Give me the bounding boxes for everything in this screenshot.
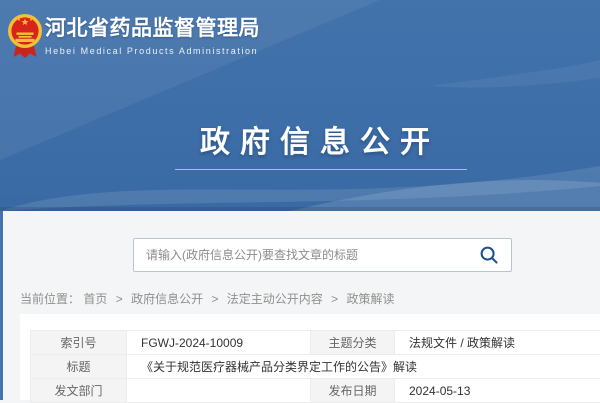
breadcrumb-link-statutory-disclosure[interactable]: 法定主动公开内容 [227, 292, 323, 306]
search-icon [479, 245, 499, 265]
breadcrumb-link-home[interactable]: 首页 [83, 292, 107, 306]
index-number-value: FGWJ-2024-10009 [127, 331, 311, 355]
search-input[interactable] [134, 248, 479, 262]
issuing-department-value [127, 379, 311, 403]
table-row: 标题 《关于规范医疗器械产品分类界定工作的公告》解读 [31, 355, 600, 379]
document-title-value: 《关于规范医疗器械产品分类界定工作的公告》解读 [127, 355, 600, 379]
banner-bottom-edge [0, 207, 600, 211]
breadcrumb-separator: > [331, 292, 338, 306]
search-box [133, 238, 512, 272]
table-row: 索引号 FGWJ-2024-10009 主题分类 法规文件 / 政策解读 [31, 331, 600, 355]
breadcrumb: 当前位置： 首页 > 政府信息公开 > 法定主动公开内容 > 政策解读 [20, 290, 395, 307]
breadcrumb-link-gov-info[interactable]: 政府信息公开 [131, 292, 203, 306]
index-number-label: 索引号 [31, 331, 127, 355]
national-emblem-logo[interactable] [7, 11, 43, 59]
subject-category-label: 主题分类 [311, 331, 395, 355]
search-button[interactable] [479, 245, 511, 265]
issuing-department-label: 发文部门 [31, 379, 127, 403]
publish-date-label: 发布日期 [311, 379, 395, 403]
subject-category-value: 法规文件 / 政策解读 [395, 331, 600, 355]
breadcrumb-label: 当前位置： [20, 292, 80, 306]
publish-date-value: 2024-05-13 [395, 379, 600, 403]
banner-divider [175, 169, 467, 170]
left-edge-strip [0, 211, 3, 400]
breadcrumb-link-policy-interpretation[interactable]: 政策解读 [347, 292, 395, 306]
org-name-en: Hebei Medical Products Administration [45, 46, 260, 56]
page-title: 政府信息公开 [40, 117, 600, 161]
org-identity: 河北省药品监督管理局 Hebei Medical Products Admini… [45, 16, 260, 56]
document-detail-table: 索引号 FGWJ-2024-10009 主题分类 法规文件 / 政策解读 标题 … [30, 330, 600, 403]
document-title-label: 标题 [31, 355, 127, 379]
site-banner: 河北省药品监督管理局 Hebei Medical Products Admini… [0, 0, 600, 211]
breadcrumb-separator: > [116, 292, 123, 306]
table-row: 发文部门 发布日期 2024-05-13 [31, 379, 600, 403]
org-name-zh: 河北省药品监督管理局 [45, 16, 260, 42]
breadcrumb-separator: > [211, 292, 218, 306]
